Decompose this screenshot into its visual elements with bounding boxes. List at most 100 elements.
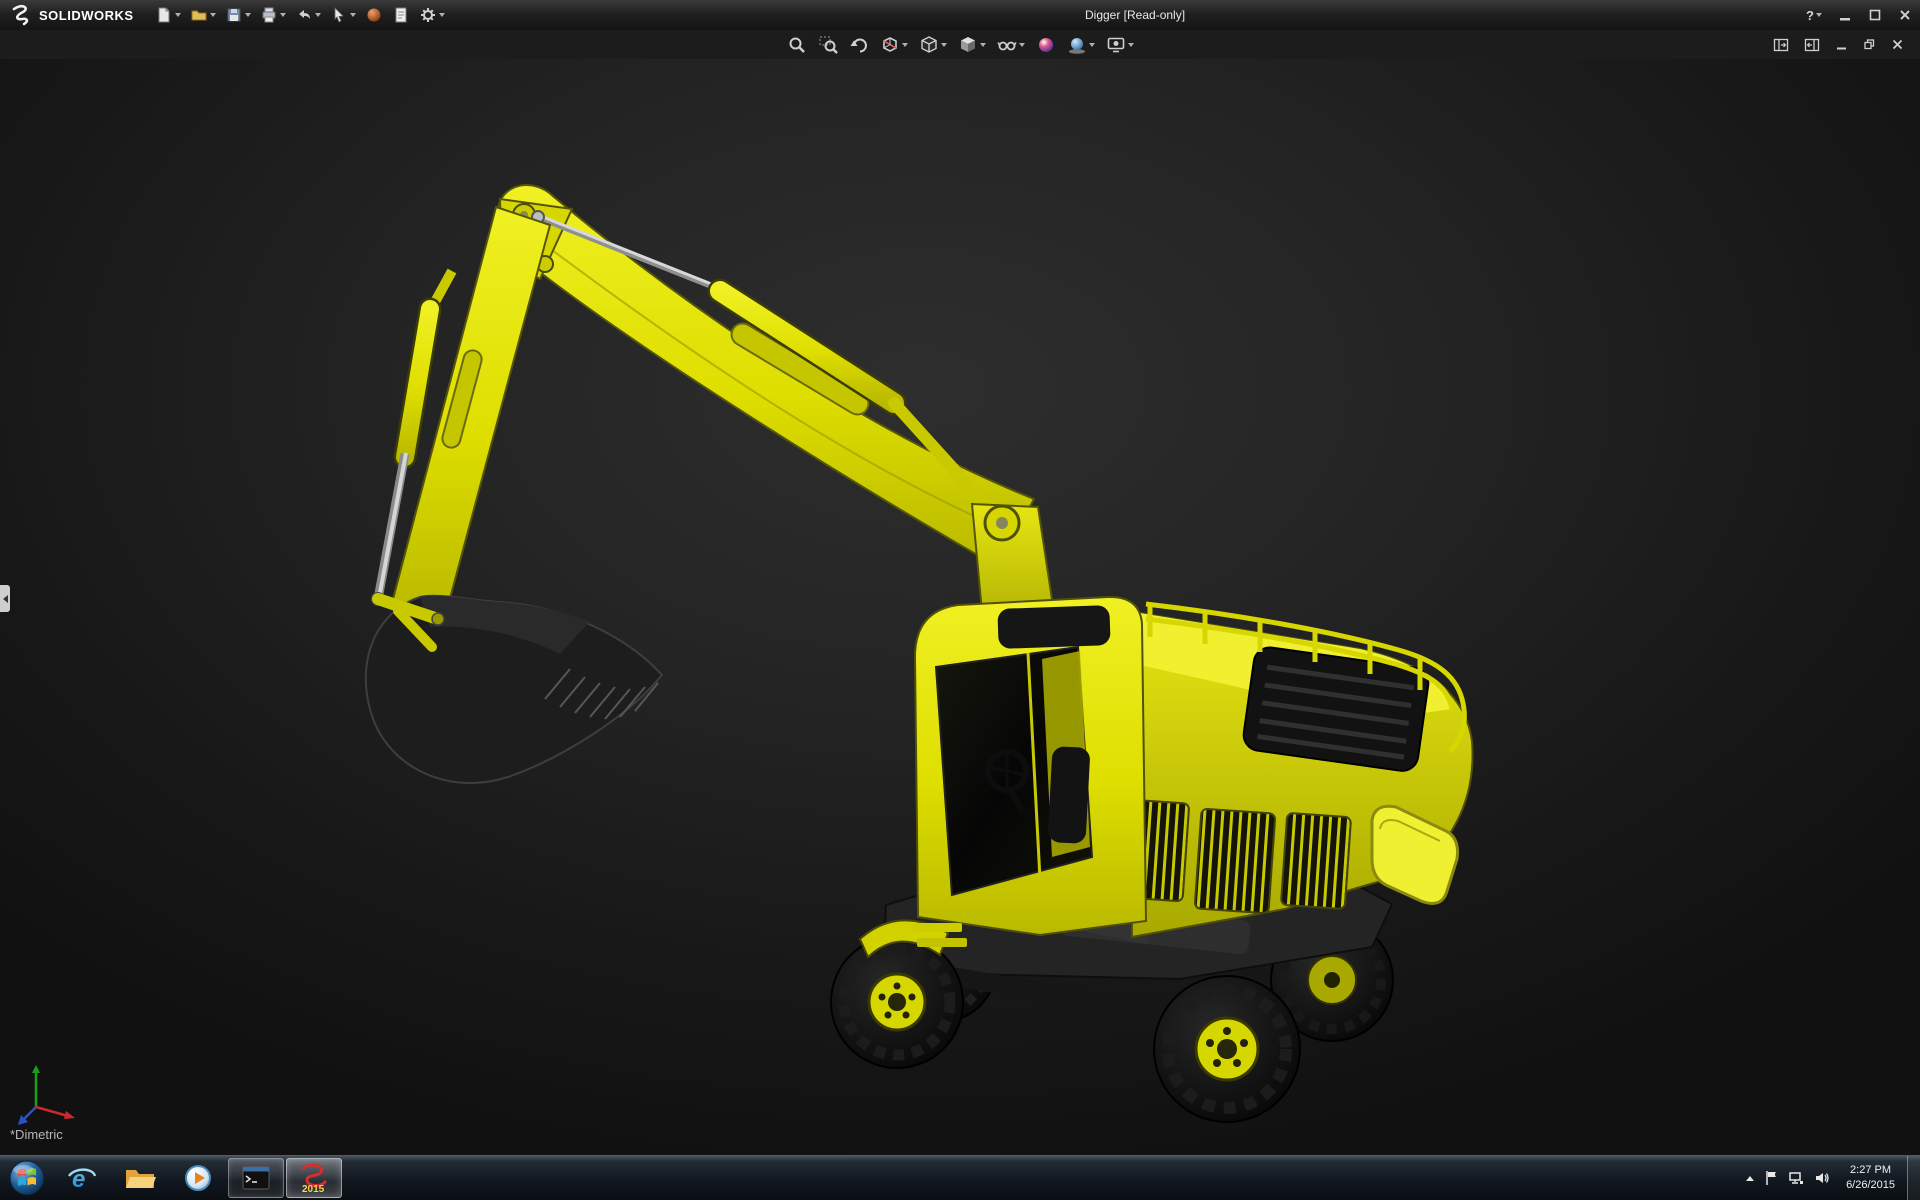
tray-volume[interactable] (1814, 1170, 1830, 1186)
new-document-button[interactable] (152, 3, 184, 27)
view-settings-button[interactable] (1104, 32, 1136, 57)
display-style-button[interactable] (956, 32, 988, 57)
hide-show-items-button[interactable] (995, 32, 1027, 57)
pane-controls (1771, 30, 1906, 59)
doc-close-icon (1891, 38, 1904, 51)
heads-up-toolbar (0, 30, 1920, 59)
doc-restore-icon (1863, 38, 1876, 51)
close-icon (1898, 8, 1912, 22)
engine-housing[interactable] (1109, 604, 1473, 937)
volume-icon (1814, 1170, 1830, 1186)
edit-appearance-ball-icon (1036, 35, 1056, 55)
open-button[interactable] (187, 3, 219, 27)
window-controls: ? (1806, 0, 1912, 30)
file-properties-button[interactable] (389, 3, 413, 27)
solidworks-logo-icon (10, 4, 32, 26)
zoom-to-area-button[interactable] (816, 32, 840, 57)
cab[interactable] (915, 597, 1146, 935)
network-icon (1788, 1170, 1804, 1186)
operator-seat[interactable] (1048, 746, 1091, 844)
select-cursor-icon (330, 6, 348, 24)
clock-date: 6/26/2015 (1846, 1179, 1895, 1191)
taskbar: e (0, 1155, 1920, 1200)
expand-feature-pane-icon (1773, 37, 1789, 53)
file-properties-icon (392, 6, 410, 24)
taskbar-command-prompt[interactable] (228, 1158, 284, 1198)
title-bar: SOLIDWORKS (0, 0, 1920, 30)
print-icon (260, 6, 278, 24)
expand-task-pane-button[interactable] (1802, 32, 1822, 57)
undo-button[interactable] (292, 3, 324, 27)
doc-restore-button[interactable] (1861, 32, 1878, 57)
help-button[interactable]: ? (1806, 8, 1822, 23)
apply-scene-icon (1067, 35, 1087, 55)
internet-explorer-icon: e (67, 1163, 97, 1193)
folder-icon (124, 1165, 156, 1191)
wheel-front-right[interactable] (1154, 976, 1300, 1122)
maximize-button[interactable] (1868, 8, 1882, 22)
zoom-to-fit-icon (787, 35, 807, 55)
hide-show-items-icon (997, 35, 1017, 55)
graphics-viewport[interactable]: *Dimetric (0, 59, 1920, 1155)
taskbar-apps: e (54, 1156, 342, 1200)
wheel-front-left[interactable] (831, 936, 963, 1068)
reference-triad (12, 1059, 84, 1131)
boom-arm[interactable] (497, 185, 1034, 567)
svg-text:2015: 2015 (302, 1184, 325, 1195)
taskbar-media-player[interactable] (170, 1158, 226, 1198)
new-document-icon (155, 6, 173, 24)
expand-feature-pane-button[interactable] (1771, 32, 1791, 57)
taskbar-internet-explorer[interactable]: e (54, 1158, 110, 1198)
view-settings-icon (1106, 35, 1126, 55)
tray-hidden-icons-button[interactable] (1746, 1176, 1754, 1181)
edit-appearance-button[interactable] (362, 3, 386, 27)
close-button[interactable] (1898, 8, 1912, 22)
doc-close-button[interactable] (1889, 32, 1906, 57)
view-orientation-button[interactable] (917, 32, 949, 57)
system-tray: 2:27 PM 6/26/2015 (1746, 1156, 1907, 1200)
previous-view-icon (849, 35, 869, 55)
media-player-icon (183, 1163, 213, 1193)
cab-roof-panel[interactable] (997, 605, 1110, 649)
taskbar-solidworks[interactable]: 2015 (286, 1158, 342, 1198)
app-name: SOLIDWORKS (39, 8, 134, 23)
zoom-to-fit-button[interactable] (785, 32, 809, 57)
view-orientation-label: *Dimetric (10, 1127, 63, 1142)
edit-appearance-viewport-button[interactable] (1034, 32, 1058, 57)
show-desktop-button[interactable] (1907, 1156, 1920, 1200)
minimize-button[interactable] (1838, 8, 1852, 22)
tray-network[interactable] (1788, 1170, 1804, 1186)
action-center-flag-icon (1764, 1170, 1778, 1186)
section-view-icon (880, 35, 900, 55)
taskbar-windows-explorer[interactable] (112, 1158, 168, 1198)
doc-minimize-icon (1835, 38, 1848, 51)
apply-scene-button[interactable] (1065, 32, 1097, 57)
quick-access-toolbar (152, 3, 448, 27)
previous-view-button[interactable] (847, 32, 871, 57)
options-button[interactable] (416, 3, 448, 27)
taskbar-clock[interactable]: 2:27 PM 6/26/2015 (1840, 1163, 1901, 1193)
options-gear-icon (419, 6, 437, 24)
minimize-icon (1838, 8, 1852, 22)
start-button[interactable] (0, 1156, 54, 1200)
select-button[interactable] (327, 3, 359, 27)
tray-action-center[interactable] (1764, 1170, 1778, 1186)
undo-icon (295, 6, 313, 24)
doc-minimize-button[interactable] (1833, 32, 1850, 57)
view-orientation-icon (919, 35, 939, 55)
print-button[interactable] (257, 3, 289, 27)
windows-start-orb-icon (7, 1158, 47, 1198)
edit-appearance-icon (365, 6, 383, 24)
display-style-icon (958, 35, 978, 55)
save-button[interactable] (222, 3, 254, 27)
save-icon (225, 6, 243, 24)
zoom-to-area-icon (818, 35, 838, 55)
solidworks-taskbar-icon: 2015 (297, 1161, 331, 1195)
open-icon (190, 6, 208, 24)
feature-panel-collapse-tab[interactable] (0, 585, 10, 612)
expand-task-pane-icon (1804, 37, 1820, 53)
clock-time: 2:27 PM (1850, 1164, 1891, 1176)
command-prompt-icon (241, 1163, 271, 1193)
section-view-button[interactable] (878, 32, 910, 57)
model-excavator[interactable] (0, 59, 1920, 1155)
